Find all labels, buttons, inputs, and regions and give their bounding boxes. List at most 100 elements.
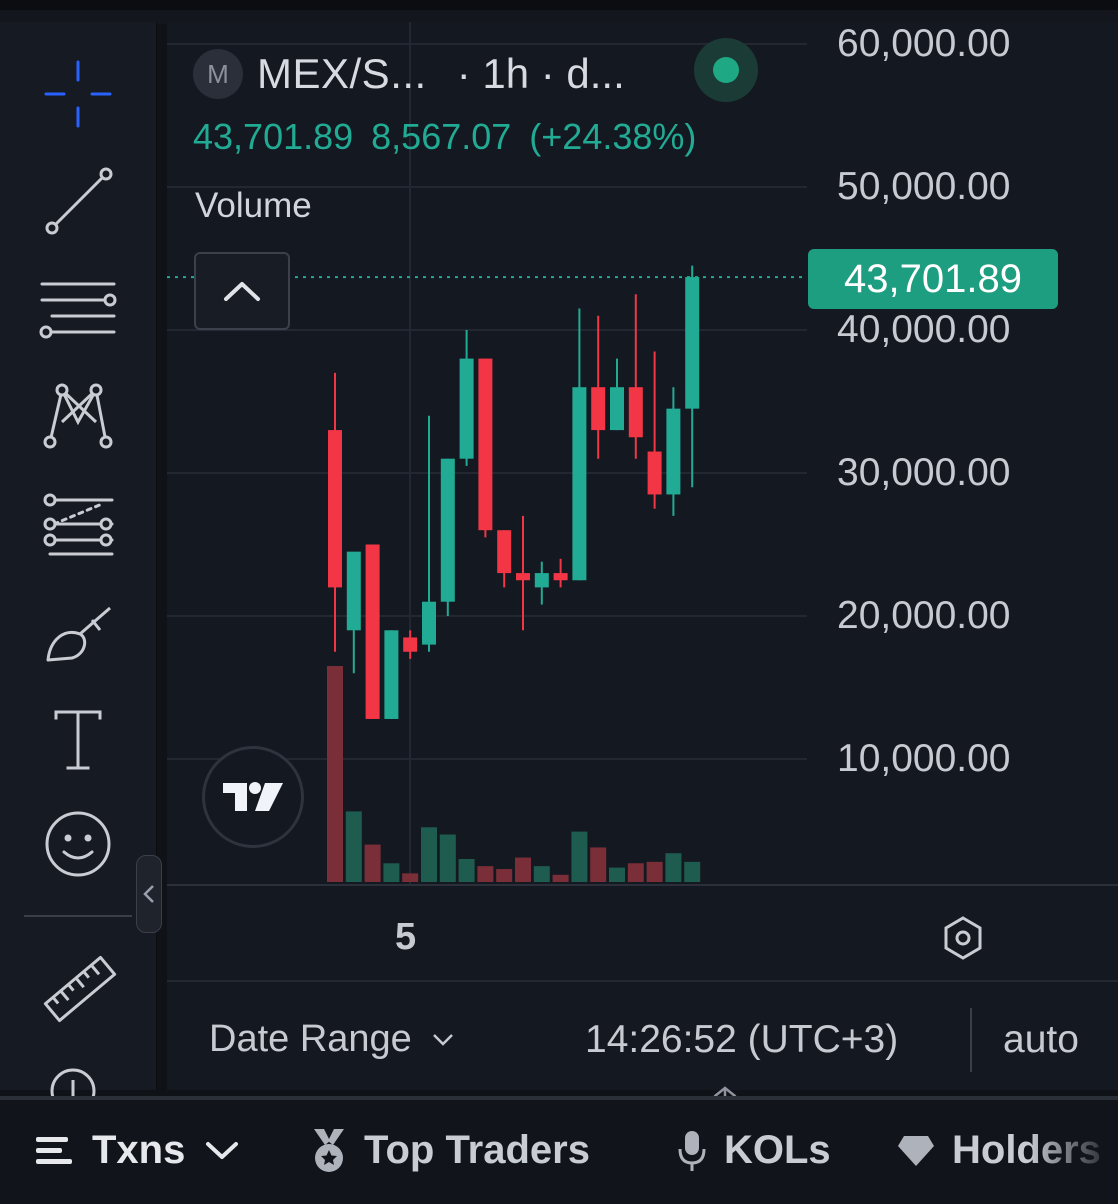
candle-body (346, 551, 361, 631)
symbol-interval: · 1h · d... (456, 50, 625, 97)
text-tool[interactable] (36, 698, 120, 782)
tab-top-traders[interactable]: Top Traders (310, 1128, 590, 1173)
chevron-left-icon (143, 885, 154, 903)
crosshair-tool[interactable] (36, 52, 120, 136)
chevron-up-icon (224, 282, 260, 301)
candle-body (328, 430, 342, 588)
pattern-tool[interactable] (36, 374, 120, 458)
candle (346, 551, 361, 674)
tab-txns[interactable]: Txns (36, 1128, 255, 1173)
fib-tool[interactable] (36, 482, 120, 566)
candle (478, 358, 493, 538)
candle (591, 315, 606, 459)
trend-line-tool[interactable] (36, 158, 120, 242)
auto-scale-toggle[interactable]: auto (1003, 1018, 1079, 1062)
candle (328, 372, 342, 652)
tab-txns-label: Txns (92, 1128, 186, 1172)
candle (572, 308, 587, 581)
tab-bar-fade (1028, 1100, 1118, 1204)
candle (610, 358, 624, 431)
candle-body (666, 408, 681, 495)
last-price-tag: 43,701.89 (808, 249, 1058, 309)
candle (666, 387, 681, 516)
diamond-icon (898, 1135, 934, 1166)
symbol-badge: M (193, 49, 243, 99)
candle-body (685, 277, 700, 409)
legend-change: 8,567.07 (371, 116, 512, 157)
price-axis-label: 40,000.00 (837, 308, 1011, 351)
candle-body (384, 630, 399, 719)
candle-body (534, 573, 549, 588)
chart-settings-button[interactable] (939, 914, 987, 967)
volume-bar (665, 853, 682, 882)
chevron-down-icon (432, 1033, 453, 1046)
price-axis-label: 20,000.00 (837, 594, 1011, 637)
candle-body (459, 358, 474, 459)
pattern-icon (43, 383, 113, 449)
horizontal-lines-tool[interactable] (36, 266, 120, 350)
legend-change-pct: (+24.38%) (529, 116, 697, 157)
tradingview-logo-icon (223, 782, 283, 811)
time-axis[interactable]: 5 (167, 884, 1118, 982)
volume-bars (327, 666, 701, 882)
candle-body (403, 637, 418, 652)
candle-body (516, 573, 530, 581)
emoji-icon (45, 811, 111, 877)
list-icon (36, 1136, 72, 1164)
candle (628, 294, 643, 459)
candles (328, 265, 700, 719)
text-icon (54, 710, 102, 770)
volume-bar (327, 666, 343, 882)
chart-footer: Date Range 14:26:52 (UTC+3) auto (167, 980, 1118, 1092)
date-range-dropdown[interactable]: Date Range (209, 1018, 454, 1061)
volume-bar (477, 866, 494, 882)
zoom-tool[interactable] (48, 1066, 98, 1096)
volume-bar (609, 867, 625, 882)
candle-body (591, 387, 606, 431)
price-axis-label: 60,000.00 (837, 22, 1011, 65)
candle (422, 415, 436, 652)
symbol-legend[interactable]: M MEX/S... · 1h · d... (193, 49, 625, 99)
ruler-tool[interactable] (36, 948, 120, 1032)
tradingview-logo[interactable] (202, 746, 304, 848)
time-axis-tick: 5 (395, 916, 417, 958)
volume-legend[interactable]: Volume (195, 186, 312, 226)
date-range-label: Date Range (209, 1018, 412, 1060)
live-status-indicator (694, 38, 758, 102)
price-axis-label: 50,000.00 (837, 165, 1011, 208)
candle (440, 458, 455, 616)
candle-body (497, 530, 512, 574)
trend-line-icon (45, 167, 113, 235)
volume-bar (552, 874, 569, 882)
candle-body (553, 573, 568, 581)
tab-top-traders-label: Top Traders (364, 1128, 590, 1172)
chevron-down-icon (206, 1141, 239, 1159)
volume-bar (533, 866, 550, 882)
candle-body (365, 544, 380, 719)
tab-kols[interactable]: KOLs (676, 1128, 831, 1173)
crosshair-icon (44, 60, 112, 128)
medal-icon (314, 1128, 344, 1172)
brush-icon (46, 606, 111, 662)
volume-bar (402, 873, 419, 882)
fib-icon (43, 493, 114, 556)
candle (403, 630, 418, 659)
legend-collapse-button[interactable] (194, 252, 290, 330)
volume-bar (383, 863, 400, 882)
candle-body (647, 451, 662, 495)
candle (534, 561, 549, 605)
chart-clock[interactable]: 14:26:52 (UTC+3) (585, 1018, 898, 1062)
legend-last-price: 43,701.89 (193, 116, 354, 157)
brush-tool[interactable] (36, 590, 120, 674)
chart-pane[interactable]: M MEX/S... · 1h · d... 43,701.89 8,567.07… (167, 22, 1118, 1146)
horizontal-lines-icon (39, 282, 117, 339)
tab-kols-label: KOLs (724, 1128, 831, 1172)
candle (553, 558, 568, 588)
volume-bar (684, 861, 701, 882)
candle (647, 351, 662, 509)
live-dot-icon (713, 57, 739, 83)
zoom-icon (50, 1068, 96, 1096)
price-legend: 43,701.89 8,567.07 (+24.38%) (193, 116, 714, 158)
toolbar-collapse-button[interactable] (136, 855, 162, 933)
emoji-tool[interactable] (36, 802, 120, 886)
